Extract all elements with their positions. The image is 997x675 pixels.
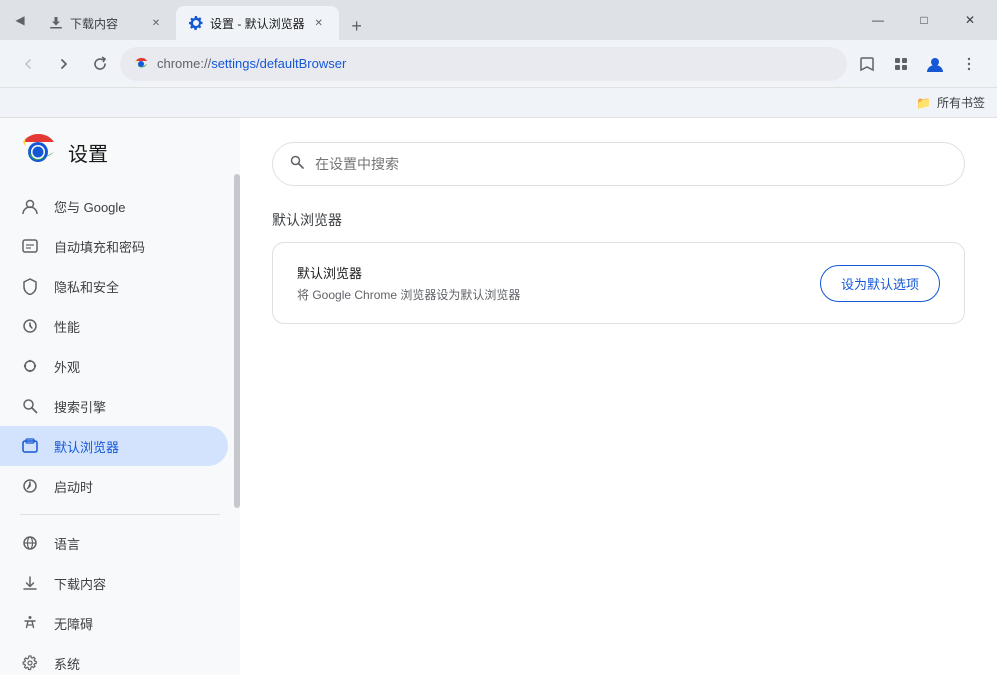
set-default-button[interactable]: 设为默认选项 — [820, 265, 940, 302]
sidebar-item-performance[interactable]: 性能 — [0, 306, 228, 346]
sidebar-item-system[interactable]: 系统 — [0, 643, 228, 675]
chrome-logo — [20, 134, 56, 170]
scrollbar-thumb[interactable] — [234, 174, 240, 508]
tab-settings-close[interactable]: ✕ — [311, 15, 327, 31]
default-browser-card: 默认浏览器 将 Google Chrome 浏览器设为默认浏览器 设为默认选项 — [272, 242, 965, 324]
sidebar-item-google-label: 您与 Google — [54, 197, 126, 216]
download-favicon — [48, 15, 64, 31]
sidebar: 设置 您与 Google 自动填充和密码 隐私和安全 性能 — [0, 118, 240, 675]
language-icon — [20, 533, 40, 553]
bookmark-button[interactable] — [851, 48, 883, 80]
address-path: settings/defaultBrowser — [211, 56, 346, 71]
default-browser-icon — [20, 436, 40, 456]
menu-button[interactable] — [953, 48, 985, 80]
search-input[interactable] — [315, 156, 948, 172]
sidebar-item-language[interactable]: 语言 — [0, 523, 228, 563]
privacy-icon — [20, 276, 40, 296]
sidebar-header: 设置 — [0, 134, 240, 186]
folder-icon: 📁 — [916, 96, 931, 110]
sidebar-divider — [20, 514, 220, 515]
sidebar-item-default-browser-label: 默认浏览器 — [54, 437, 119, 456]
system-icon — [20, 653, 40, 673]
sidebar-item-search-label: 搜索引擎 — [54, 397, 106, 416]
forward-button[interactable] — [48, 48, 80, 80]
settings-favicon — [188, 15, 204, 31]
address-scheme: chrome:// — [157, 56, 211, 71]
section-title: 默认浏览器 — [272, 210, 965, 230]
main-layout: 设置 您与 Google 自动填充和密码 隐私和安全 性能 — [0, 118, 997, 675]
tab-settings-title: 设置 - 默认浏览器 — [210, 15, 305, 32]
sidebar-item-accessibility[interactable]: 无障碍 — [0, 603, 228, 643]
close-button[interactable]: ✕ — [947, 0, 993, 40]
autofill-icon — [20, 236, 40, 256]
card-subtitle: 将 Google Chrome 浏览器设为默认浏览器 — [297, 286, 520, 303]
sidebar-item-autofill-label: 自动填充和密码 — [54, 237, 145, 256]
sidebar-item-startup-label: 启动时 — [54, 477, 93, 496]
window-controls: — □ ✕ — [855, 0, 993, 40]
sidebar-item-search[interactable]: 搜索引擎 — [0, 386, 228, 426]
search-engine-icon — [20, 396, 40, 416]
sidebar-item-startup[interactable]: 启动时 — [0, 466, 228, 506]
tab-bar: 下载内容 ✕ 设置 - 默认浏览器 ✕ + — [36, 0, 855, 40]
sidebar-item-downloads[interactable]: 下载内容 — [0, 563, 228, 603]
sidebar-title: 设置 — [68, 138, 108, 167]
sidebar-item-google[interactable]: 您与 Google — [0, 186, 228, 226]
tab-downloads-title: 下载内容 — [70, 15, 142, 32]
sidebar-item-default-browser[interactable]: 默认浏览器 — [0, 426, 228, 466]
sidebar-item-accessibility-label: 无障碍 — [54, 614, 93, 633]
appearance-icon — [20, 356, 40, 376]
downloads-icon — [20, 573, 40, 593]
card-title: 默认浏览器 — [297, 263, 520, 282]
profile-button[interactable] — [919, 48, 951, 80]
search-bar[interactable] — [272, 142, 965, 186]
reload-button[interactable] — [84, 48, 116, 80]
tab-settings[interactable]: 设置 - 默认浏览器 ✕ — [176, 6, 339, 40]
card-left: 默认浏览器 将 Google Chrome 浏览器设为默认浏览器 — [297, 263, 520, 303]
titlebar: ◀ 下载内容 ✕ 设置 - 默认浏览器 ✕ + — □ ✕ — [0, 0, 997, 40]
minimize-button[interactable]: — — [855, 0, 901, 40]
sidebar-item-system-label: 系统 — [54, 654, 80, 673]
performance-icon — [20, 316, 40, 336]
address-bar[interactable]: chrome://settings/defaultBrowser — [120, 47, 847, 81]
sidebar-item-autofill[interactable]: 自动填充和密码 — [0, 226, 228, 266]
toolbar: chrome://settings/defaultBrowser — [0, 40, 997, 88]
accessibility-icon — [20, 613, 40, 633]
sidebar-item-privacy[interactable]: 隐私和安全 — [0, 266, 228, 306]
tab-downloads[interactable]: 下载内容 ✕ — [36, 6, 176, 40]
sidebar-item-privacy-label: 隐私和安全 — [54, 277, 119, 296]
sidebar-item-appearance[interactable]: 外观 — [0, 346, 228, 386]
search-icon — [289, 154, 305, 175]
sidebar-item-language-label: 语言 — [54, 534, 80, 553]
address-text: chrome://settings/defaultBrowser — [157, 56, 834, 71]
google-icon — [20, 196, 40, 216]
scrollbar-track — [234, 118, 240, 675]
maximize-button[interactable]: □ — [901, 0, 947, 40]
startup-icon — [20, 476, 40, 496]
sidebar-item-appearance-label: 外观 — [54, 357, 80, 376]
extensions-button[interactable] — [885, 48, 917, 80]
sidebar-item-downloads-label: 下载内容 — [54, 574, 106, 593]
back-button[interactable] — [12, 48, 44, 80]
bookmarks-bar: 📁 所有书签 — [0, 88, 997, 118]
sidebar-item-performance-label: 性能 — [54, 317, 80, 336]
new-tab-button[interactable]: + — [343, 12, 371, 40]
toolbar-right — [851, 48, 985, 80]
content-area: 默认浏览器 默认浏览器 将 Google Chrome 浏览器设为默认浏览器 设… — [240, 118, 997, 675]
all-bookmarks-label[interactable]: 所有书签 — [937, 94, 985, 111]
chrome-address-icon — [133, 56, 149, 72]
tab-downloads-close[interactable]: ✕ — [148, 15, 164, 31]
chrome-back-btn[interactable]: ◀ — [4, 0, 36, 40]
